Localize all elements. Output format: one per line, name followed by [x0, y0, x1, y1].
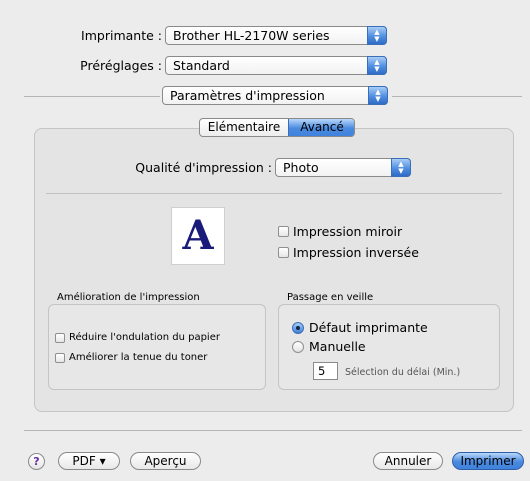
- pdf-button[interactable]: PDF ▾: [58, 452, 120, 470]
- print-button[interactable]: Imprimer: [452, 452, 524, 470]
- cancel-button[interactable]: Annuler: [373, 452, 443, 470]
- sleep-default-radio[interactable]: [292, 322, 304, 334]
- reduce-curl-label: Réduire l'ondulation du papier: [69, 332, 220, 343]
- presets-label: Préréglages :: [80, 58, 162, 73]
- separator: [46, 193, 502, 194]
- separator: [24, 96, 160, 97]
- quality-label: Qualité d'impression :: [135, 160, 272, 175]
- reverse-checkbox[interactable]: [278, 247, 289, 258]
- improvement-group: [48, 304, 266, 390]
- separator: [392, 96, 522, 97]
- toner-fixing-checkbox[interactable]: [55, 353, 65, 363]
- mirror-checkbox[interactable]: [278, 226, 289, 237]
- mirror-option[interactable]: Impression miroir: [278, 224, 478, 240]
- popup-arrows-icon: ▲ ▼: [368, 86, 388, 105]
- sleep-manual-label: Manuelle: [309, 339, 366, 354]
- popup-arrows-icon: ▲ ▼: [367, 26, 387, 45]
- footer-separator: [24, 430, 522, 431]
- tab-elementaire[interactable]: Elémentaire: [200, 119, 288, 136]
- print-preview-image: A: [171, 207, 225, 265]
- sleep-title: Passage en veille: [287, 292, 374, 303]
- reverse-label: Impression inversée: [293, 245, 419, 260]
- popup-arrows-icon: ▲ ▼: [391, 158, 411, 177]
- tab-bar: Elémentaire Avancé: [199, 118, 355, 137]
- delay-label: Sélection du délai (Min.): [345, 367, 461, 378]
- sleep-manual-option[interactable]: Manuelle: [292, 339, 482, 355]
- printer-value: Brother HL-2170W series: [173, 28, 330, 43]
- reduce-curl-option[interactable]: Réduire l'ondulation du papier: [55, 332, 260, 346]
- tab-label: Avancé: [300, 120, 344, 134]
- presets-popup[interactable]: Standard ▲ ▼: [165, 56, 387, 75]
- delay-input[interactable]: 5: [313, 362, 338, 380]
- tab-label: Elémentaire: [207, 120, 281, 134]
- tab-avance[interactable]: Avancé: [288, 119, 354, 136]
- help-button[interactable]: ?: [28, 453, 45, 470]
- quality-popup[interactable]: Photo ▲ ▼: [275, 158, 411, 177]
- sleep-manual-radio[interactable]: [292, 341, 304, 353]
- presets-value: Standard: [173, 58, 230, 73]
- quality-value: Photo: [283, 160, 319, 175]
- panel-value: Paramètres d'impression: [170, 88, 325, 103]
- toner-fixing-label: Améliorer la tenue du toner: [69, 352, 208, 363]
- printer-label: Imprimante :: [81, 28, 162, 43]
- popup-arrows-icon: ▲ ▼: [367, 56, 387, 75]
- panel-popup[interactable]: Paramètres d'impression ▲ ▼: [162, 86, 388, 105]
- reduce-curl-checkbox[interactable]: [55, 333, 65, 343]
- sleep-default-option[interactable]: Défaut imprimante: [292, 320, 482, 336]
- toner-fixing-option[interactable]: Améliorer la tenue du toner: [55, 352, 260, 366]
- improvement-title: Amélioration de l'impression: [57, 292, 200, 303]
- preview-letter-icon: A: [182, 212, 214, 259]
- mirror-label: Impression miroir: [293, 224, 403, 239]
- reverse-option[interactable]: Impression inversée: [278, 245, 478, 261]
- preview-button[interactable]: Aperçu: [130, 452, 201, 470]
- printer-popup[interactable]: Brother HL-2170W series ▲ ▼: [165, 26, 387, 45]
- sleep-default-label: Défaut imprimante: [309, 320, 428, 335]
